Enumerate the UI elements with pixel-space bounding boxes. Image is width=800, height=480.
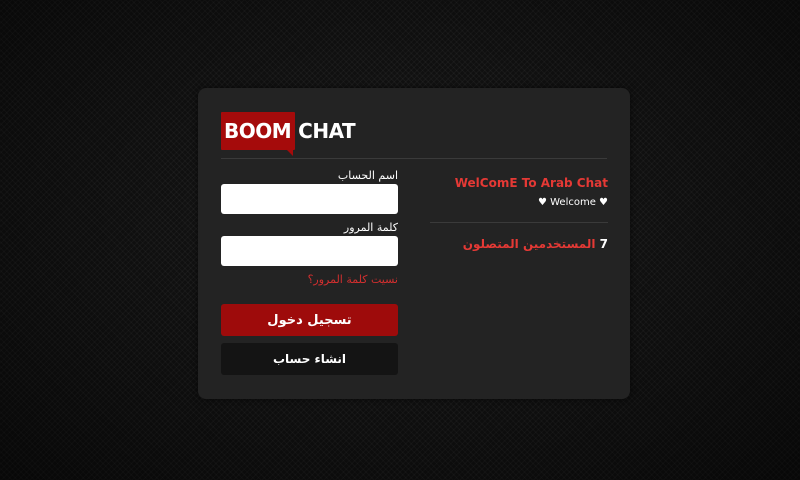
register-button[interactable]: انشاء حساب [221, 343, 398, 375]
password-label: كلمة المرور [343, 221, 398, 234]
online-label: المستخدمين المتصلون [462, 237, 596, 251]
login-form: اسم الحساب كلمة المرور نسيت كلمة المرور؟… [221, 168, 398, 375]
online-count: 7 [599, 237, 608, 251]
username-input[interactable] [221, 184, 398, 214]
boom-chat-logo: BOOM CHAT [221, 109, 356, 156]
logo-boom-text: BOOM [221, 112, 296, 156]
password-input[interactable] [221, 236, 398, 266]
info-section: WelComE To Arab Chat ♥ Welcome ♥ 7 المست… [430, 168, 608, 253]
logo-chat-text: CHAT [298, 119, 356, 143]
forgot-password-link[interactable]: نسيت كلمة المرور؟ [221, 272, 398, 288]
online-users: 7 المستخدمين المتصلون [430, 235, 608, 253]
header-divider [221, 158, 607, 159]
info-divider [430, 222, 608, 223]
welcome-subtitle: ♥ Welcome ♥ [537, 197, 608, 208]
username-label: اسم الحساب [337, 169, 398, 182]
login-button[interactable]: تسجيل دخول [221, 304, 398, 336]
welcome-title: WelComE To Arab Chat [454, 176, 608, 190]
login-panel: BOOM CHAT اسم الحساب كلمة المرور نسيت كل… [198, 88, 630, 399]
